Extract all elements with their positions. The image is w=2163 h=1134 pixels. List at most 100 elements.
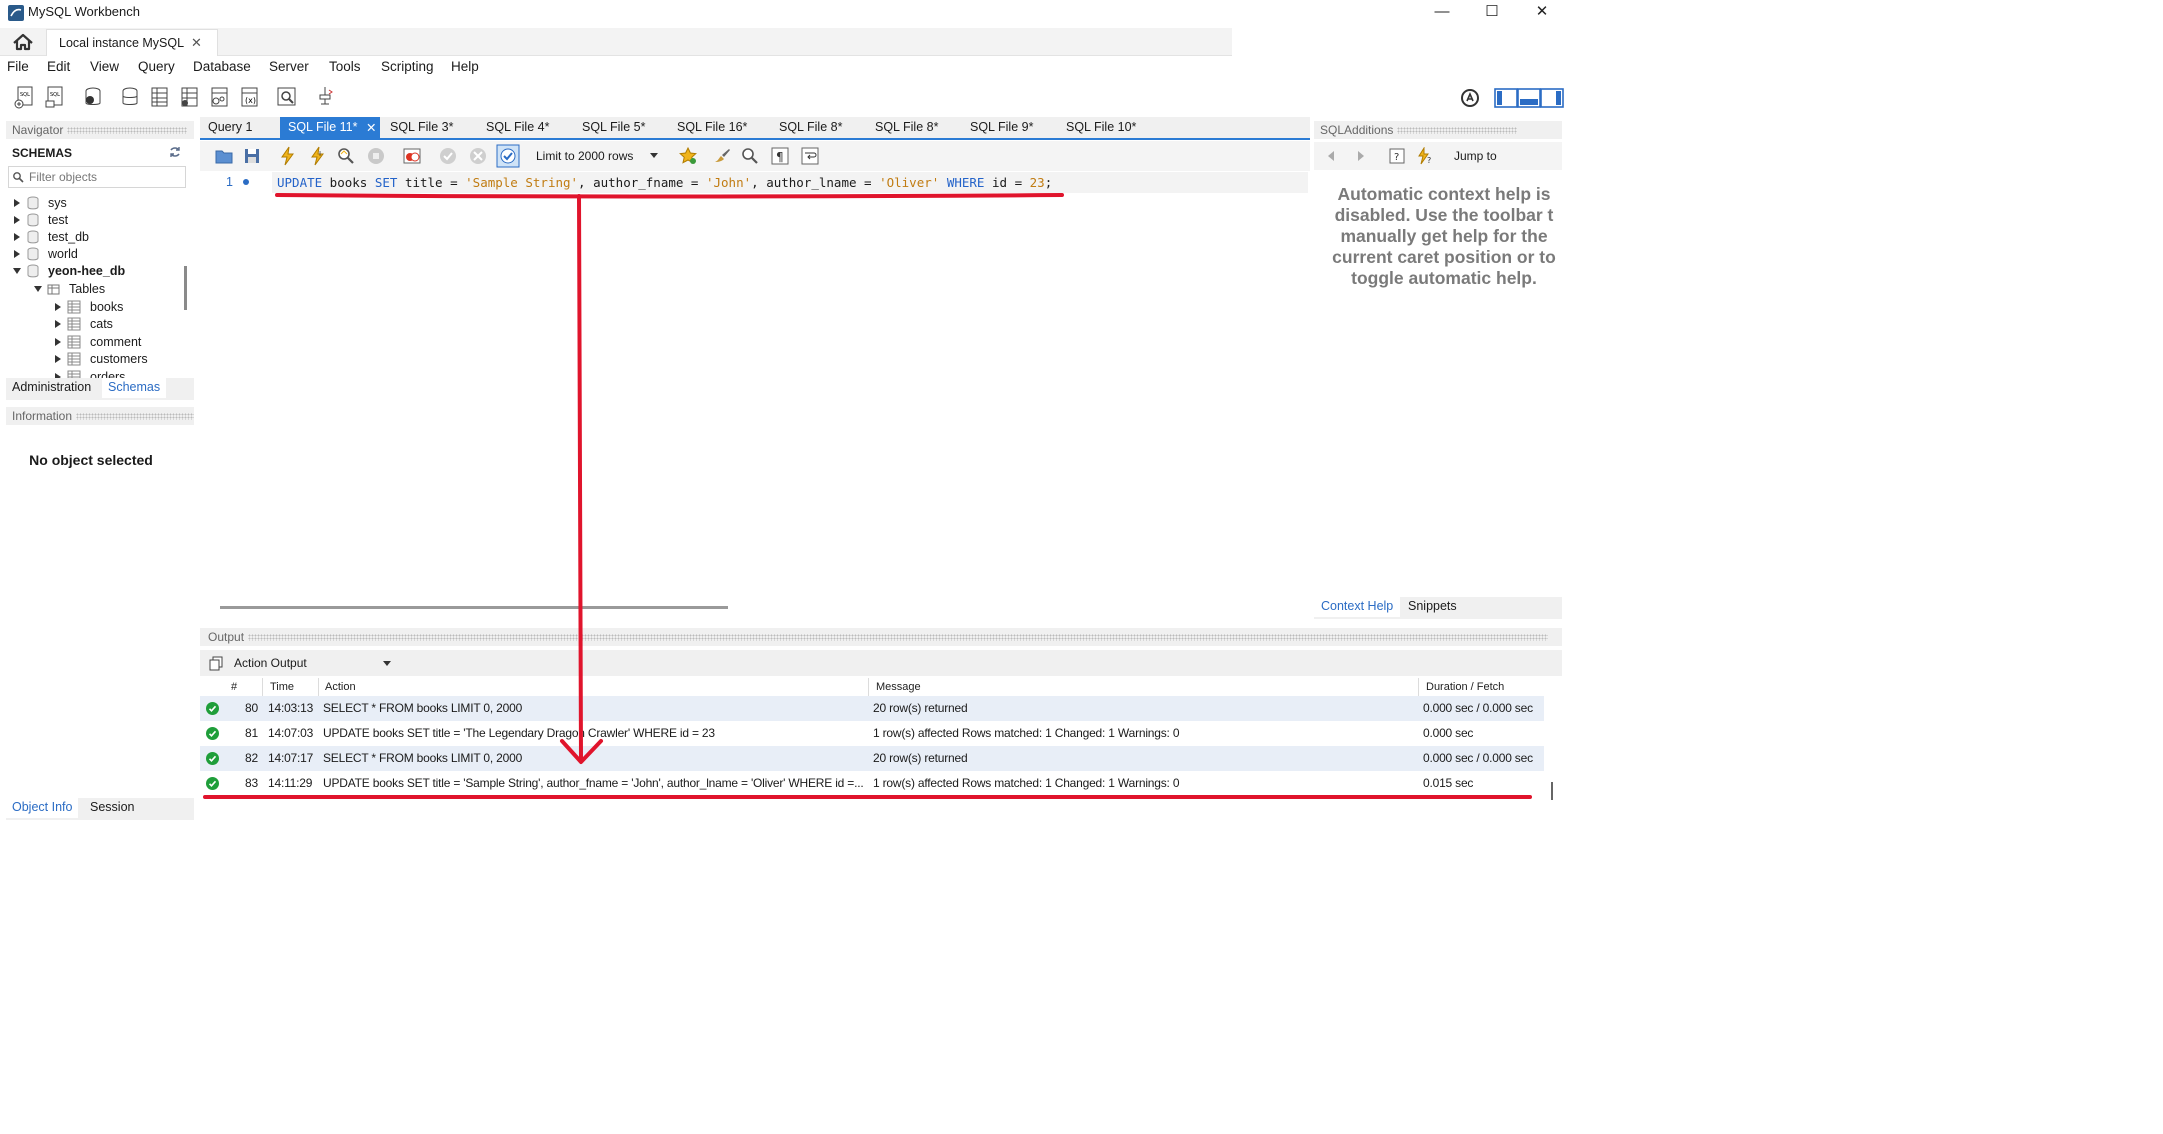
editor-tab[interactable]: SQL File 3* xyxy=(382,117,476,138)
expand-arrow-icon[interactable] xyxy=(12,232,22,242)
sql-statement-line[interactable]: UPDATE books SET title = 'Sample String'… xyxy=(277,175,1052,190)
menu-edit[interactable]: Edit xyxy=(47,59,70,74)
expand-arrow-icon[interactable] xyxy=(53,302,63,312)
column-header-number[interactable]: # xyxy=(231,681,237,693)
find-magnifier-icon[interactable] xyxy=(740,146,760,166)
sql-editor[interactable] xyxy=(200,171,1310,601)
expand-arrow-icon[interactable] xyxy=(53,319,63,329)
forward-arrow-icon[interactable] xyxy=(1354,149,1368,163)
column-divider[interactable] xyxy=(318,678,319,696)
navigator-scrollbar[interactable] xyxy=(184,266,187,310)
stop-icon[interactable] xyxy=(366,146,386,166)
expand-arrow-icon[interactable] xyxy=(53,337,63,347)
column-header-action[interactable]: Action xyxy=(325,681,356,693)
editor-tab[interactable]: SQL File 16* xyxy=(669,117,769,138)
chevron-down-icon[interactable] xyxy=(650,153,658,158)
invisible-characters-icon[interactable]: ¶ xyxy=(770,146,790,166)
menu-help[interactable]: Help xyxy=(451,59,479,74)
menu-view[interactable]: View xyxy=(90,59,119,74)
table-row[interactable]: 80 14:03:13 SELECT * FROM books LIMIT 0,… xyxy=(200,696,1544,721)
autocommit-toggle-icon[interactable] xyxy=(496,144,520,168)
save-icon[interactable] xyxy=(242,146,262,166)
close-tab-icon[interactable]: ✕ xyxy=(366,120,376,135)
panel-layout-toggle-icon[interactable] xyxy=(1494,87,1564,109)
search-table-data-icon[interactable] xyxy=(274,84,300,110)
output-vertical-scrollbar[interactable] xyxy=(1551,782,1553,800)
open-file-folder-icon[interactable] xyxy=(214,146,234,166)
schema-tree: sys test test_db world yeon-hee_db Table… xyxy=(6,193,184,379)
inspector-icon[interactable] xyxy=(80,84,106,110)
execute-lightning-icon[interactable] xyxy=(278,146,298,166)
editor-horizontal-scrollbar[interactable] xyxy=(220,606,728,609)
word-wrap-icon[interactable] xyxy=(800,146,820,166)
manual-help-icon[interactable]: ? xyxy=(1388,147,1406,165)
create-schema-icon[interactable] xyxy=(116,84,142,110)
auto-help-toggle-icon[interactable]: ? xyxy=(1416,147,1434,165)
expand-arrow-icon[interactable] xyxy=(12,198,22,208)
rollback-icon[interactable] xyxy=(468,146,488,166)
jump-to-select[interactable]: Jump to xyxy=(1454,149,1497,163)
maximize-button[interactable]: ☐ xyxy=(1468,0,1516,26)
close-connection-tab-icon[interactable]: ✕ xyxy=(191,35,202,51)
minimize-button[interactable]: — xyxy=(1418,0,1466,26)
tab-session[interactable]: Session xyxy=(84,798,140,818)
create-view-icon[interactable] xyxy=(176,84,202,110)
editor-tab[interactable]: Query 1 xyxy=(200,117,280,138)
close-window-button[interactable]: ✕ xyxy=(1518,0,1566,26)
column-divider[interactable] xyxy=(868,678,869,696)
column-header-duration[interactable]: Duration / Fetch xyxy=(1426,681,1504,693)
column-header-time[interactable]: Time xyxy=(270,681,294,693)
editor-tab[interactable]: SQL File 9* xyxy=(962,117,1056,138)
editor-tab[interactable]: SQL File 8* xyxy=(867,117,961,138)
new-sql-tab-icon[interactable]: SQL xyxy=(12,84,38,110)
collapse-arrow-icon[interactable] xyxy=(33,284,43,294)
menu-server[interactable]: Server xyxy=(269,59,309,74)
menu-tools[interactable]: Tools xyxy=(329,59,361,74)
chevron-down-icon[interactable] xyxy=(383,661,391,666)
table-row[interactable]: 83 14:11:29 UPDATE books SET title = 'Sa… xyxy=(200,771,1544,796)
refresh-icon[interactable] xyxy=(168,145,182,159)
reconnect-icon[interactable] xyxy=(312,84,338,110)
tab-snippets[interactable]: Snippets xyxy=(1402,597,1463,617)
open-sql-script-icon[interactable]: SQL xyxy=(42,84,68,110)
output-type-select[interactable]: Action Output xyxy=(234,656,394,674)
column-header-message[interactable]: Message xyxy=(876,681,921,693)
explain-magnifier-icon[interactable] xyxy=(336,146,356,166)
toggle-stop-on-error-icon[interactable] xyxy=(402,146,422,166)
collapse-arrow-icon[interactable] xyxy=(12,266,22,276)
table-row[interactable]: 82 14:07:17 SELECT * FROM books LIMIT 0,… xyxy=(200,746,1544,771)
tab-schemas[interactable]: Schemas xyxy=(102,378,167,398)
filter-objects-input[interactable] xyxy=(29,169,179,185)
row-limit-select[interactable]: Limit to 2000 rows xyxy=(528,146,662,166)
menu-file[interactable]: File xyxy=(7,59,29,74)
editor-tab[interactable]: SQL File 8* xyxy=(771,117,865,138)
back-arrow-icon[interactable] xyxy=(1324,149,1338,163)
column-divider[interactable] xyxy=(262,678,263,696)
editor-tab[interactable]: SQL File 5* xyxy=(574,117,668,138)
copy-icon[interactable] xyxy=(208,655,224,671)
execute-current-icon[interactable]: I xyxy=(308,146,328,166)
connection-tab[interactable]: Local instance MySQL ✕ xyxy=(46,29,218,56)
menu-query[interactable]: Query xyxy=(138,59,175,74)
table-row[interactable]: 81 14:07:03 UPDATE books SET title = 'Th… xyxy=(200,721,1544,746)
editor-tab[interactable]: SQL File 10* xyxy=(1058,117,1158,138)
menu-database[interactable]: Database xyxy=(193,59,251,74)
expand-arrow-icon[interactable] xyxy=(12,215,22,225)
create-function-icon[interactable]: (x) xyxy=(236,84,262,110)
create-table-icon[interactable] xyxy=(146,84,172,110)
create-procedure-icon[interactable] xyxy=(206,84,232,110)
column-divider[interactable] xyxy=(1418,678,1419,696)
expand-arrow-icon[interactable] xyxy=(12,249,22,259)
expand-arrow-icon[interactable] xyxy=(53,354,63,364)
preferences-gear-icon[interactable] xyxy=(1458,86,1482,110)
menu-scripting[interactable]: Scripting xyxy=(381,59,434,74)
add-snippet-star-icon[interactable] xyxy=(678,146,698,166)
tab-administration[interactable]: Administration xyxy=(6,378,97,398)
tab-object-info[interactable]: Object Info xyxy=(6,798,79,818)
home-icon[interactable] xyxy=(8,30,38,54)
commit-icon[interactable] xyxy=(438,146,458,166)
beautify-brush-icon[interactable] xyxy=(712,146,732,166)
editor-tab[interactable]: SQL File 4* xyxy=(478,117,572,138)
editor-tab-active[interactable]: SQL File 11* ✕ xyxy=(280,117,380,138)
tab-context-help[interactable]: Context Help xyxy=(1314,597,1401,617)
